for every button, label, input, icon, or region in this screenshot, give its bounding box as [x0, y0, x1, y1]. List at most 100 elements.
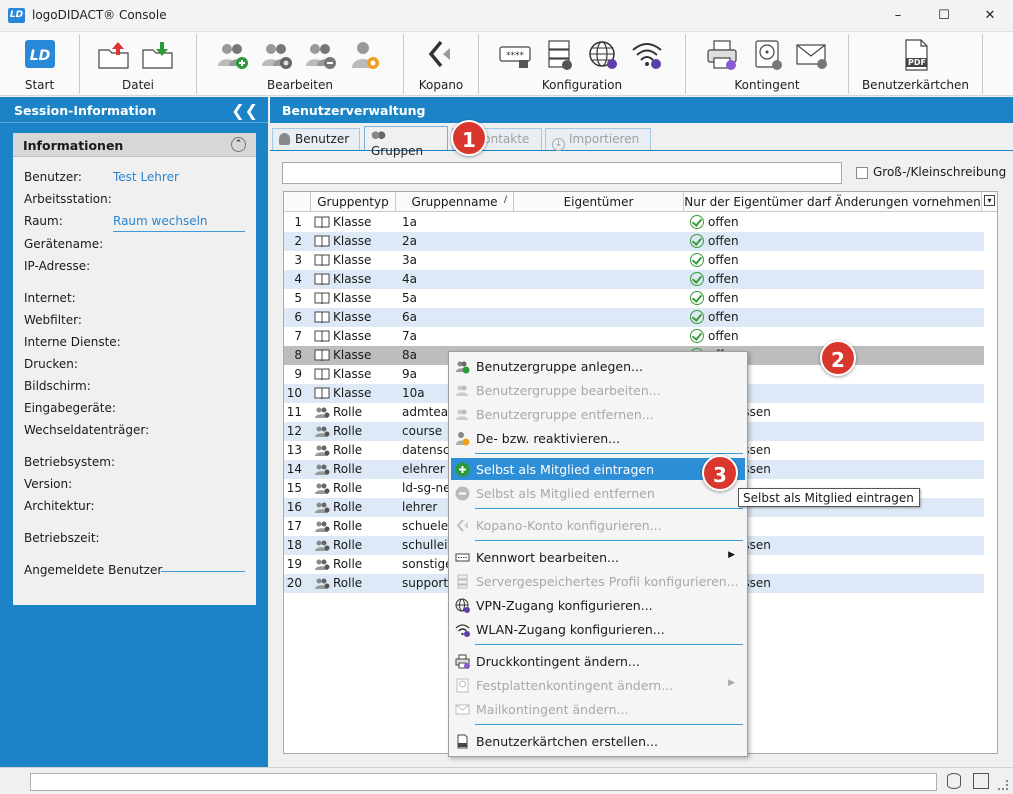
menu-item-festplattenkontingent[interactable]: Festplattenkontingent ändern... ▶ [451, 674, 745, 696]
network-icon[interactable] [973, 773, 989, 789]
cell-gruppentyp: Rolle [314, 441, 396, 460]
case-sensitive-checkbox[interactable] [856, 167, 868, 179]
raum-wechseln-link[interactable]: Raum wechseln [113, 214, 208, 228]
menu-item-selbst-eintragen[interactable]: Selbst als Mitglied eintragen [451, 458, 745, 480]
menu-item-druckkontingent[interactable]: Druckkontingent ändern... [451, 650, 745, 672]
menu-item-reaktivieren[interactable]: De- bzw. reaktivieren... [451, 427, 745, 449]
harddisk-icon[interactable] [750, 38, 786, 72]
menu-item-gruppe-anlegen[interactable]: Benutzergruppe anlegen... [451, 355, 745, 377]
menu-item-kennwort[interactable]: Kennwort bearbeiten... ▶ [451, 546, 745, 568]
row-number: 1 [294, 215, 302, 229]
row-number: 5 [294, 291, 302, 305]
tab-benutzer-label: Benutzer [295, 132, 350, 146]
add-users-icon[interactable] [215, 38, 251, 72]
tab-bar: Benutzer Gruppen Kontakte ↓ Importieren [270, 123, 1013, 158]
menu-label: Kopano-Konto konfigurieren... [476, 518, 662, 533]
header-nur-eigentuemer[interactable]: Nur der Eigentümer darf Änderungen vorne… [684, 192, 982, 212]
tab-benutzer[interactable]: Benutzer [272, 128, 360, 150]
cell-status-text: offen [708, 291, 739, 305]
cell-gruppentyp: Klasse [314, 270, 396, 289]
server-profile-icon[interactable] [541, 38, 577, 72]
table-row[interactable]: 2 Klasse 2a offen [284, 232, 984, 251]
table-row[interactable]: 1 Klasse 1a offen [284, 213, 984, 232]
tab-gruppen[interactable]: Gruppen [364, 126, 448, 158]
resize-grip-icon[interactable] [998, 780, 1008, 790]
row-number: 16 [286, 500, 302, 514]
folder-download-icon[interactable] [140, 38, 176, 72]
menu-item-kopano-konto[interactable]: Kopano-Konto konfigurieren... [451, 514, 745, 536]
menu-item-servergespeichertes-profil[interactable]: Servergespeichertes Profil konfigurieren… [451, 570, 745, 592]
kopano-icon[interactable] [423, 38, 459, 72]
context-menu: Benutzergruppe anlegen... Benutzergruppe… [448, 351, 748, 757]
table-row[interactable]: 6 Klasse 6a offen [284, 308, 984, 327]
role-icon [314, 481, 333, 495]
reactivate-user-icon[interactable] [347, 38, 383, 72]
edit-users-icon[interactable] [259, 38, 295, 72]
printer-icon[interactable] [704, 38, 740, 72]
ribbon-label-bearbeiten: Bearbeiten [267, 78, 333, 92]
kopano-small-icon [455, 518, 470, 533]
check-circle-icon [690, 272, 704, 286]
cell-status-text: offen [708, 253, 739, 267]
minimize-icon[interactable]: – [875, 0, 921, 32]
cell-gruppentyp-text: Klasse [333, 386, 372, 400]
wlan-icon[interactable] [629, 38, 665, 72]
table-row[interactable]: 7 Klasse 7a offen [284, 327, 984, 346]
menu-item-wlan[interactable]: WLAN-Zugang konfigurieren... [451, 618, 745, 640]
cell-eigentuemer [518, 270, 682, 289]
cell-gruppenname: 7a [402, 329, 417, 343]
table-row[interactable]: 4 Klasse 4a offen [284, 270, 984, 289]
check-circle-icon [690, 310, 704, 324]
vpn-globe-icon[interactable] [585, 38, 621, 72]
cell-gruppentyp-text: Rolle [333, 500, 363, 514]
row-number: 11 [286, 405, 302, 419]
column-chooser-icon[interactable]: ▾ [984, 195, 995, 206]
menu-label: De- bzw. reaktivieren... [476, 431, 621, 446]
start-icon[interactable]: LD [22, 38, 58, 72]
cell-gruppentyp-text: Rolle [333, 405, 363, 419]
search-input[interactable] [282, 162, 842, 184]
card-small-icon [455, 734, 470, 749]
callout-badge-2: 2 [820, 340, 856, 376]
label-geraetename: Gerätename: [24, 237, 104, 251]
close-icon[interactable]: ✕ [967, 0, 1013, 32]
check-circle-icon [690, 234, 704, 248]
cell-gruppentyp-text: Klasse [333, 272, 372, 286]
collapse-left-icon[interactable]: ❮❮ [231, 101, 258, 120]
menu-item-vpn[interactable]: VPN-Zugang konfigurieren... [451, 594, 745, 616]
password-config-icon[interactable]: **** [497, 38, 533, 72]
header-gruppenname[interactable]: Gruppenname ∕ [396, 192, 514, 212]
table-row[interactable]: 3 Klasse 3a offen [284, 251, 984, 270]
cell-gruppentyp: Klasse [314, 346, 396, 365]
menu-label: Kennwort bearbeiten... [476, 550, 619, 565]
menu-item-gruppe-bearbeiten[interactable]: Benutzergruppe bearbeiten... [451, 379, 745, 401]
menu-item-mailkontingent[interactable]: Mailkontingent ändern... [451, 698, 745, 720]
database-icon[interactable] [947, 773, 961, 789]
table-row[interactable]: 5 Klasse 5a offen [284, 289, 984, 308]
maximize-icon[interactable]: ☐ [921, 0, 967, 32]
menu-item-gruppe-entfernen[interactable]: Benutzergruppe entfernen... [451, 403, 745, 425]
remove-users-icon[interactable] [303, 38, 339, 72]
cell-gruppentyp-text: Klasse [333, 329, 372, 343]
label-wechseldatentraeger: Wechseldatenträger: [24, 423, 150, 437]
cell-gruppentyp-text: Klasse [333, 367, 372, 381]
label-internet: Internet: [24, 291, 76, 305]
cell-gruppentyp: Rolle [314, 574, 396, 593]
tab-importieren[interactable]: ↓ Importieren [545, 128, 651, 151]
group-icon [371, 131, 386, 143]
cell-status-text: offen [708, 215, 739, 229]
menu-item-benutzerkaertchen[interactable]: Benutzerkärtchen erstellen... [451, 730, 745, 752]
label-architektur: Architektur: [24, 499, 95, 513]
header-gruppentyp[interactable]: Gruppentyp [311, 192, 396, 212]
book-icon [314, 367, 333, 381]
folder-upload-icon[interactable] [96, 38, 132, 72]
cell-gruppentyp: Rolle [314, 422, 396, 441]
svg-text:LD: LD [30, 48, 51, 64]
cell-gruppentyp: Rolle [314, 536, 396, 555]
collapse-up-icon[interactable]: ⌃ [231, 137, 246, 152]
remove-circle-icon [455, 486, 470, 501]
pdf-icon[interactable]: PDF [898, 38, 934, 72]
mail-icon[interactable] [794, 38, 830, 72]
menu-item-selbst-entfernen[interactable]: Selbst als Mitglied entfernen [451, 482, 745, 504]
header-eigentuemer[interactable]: Eigentümer [514, 192, 684, 212]
